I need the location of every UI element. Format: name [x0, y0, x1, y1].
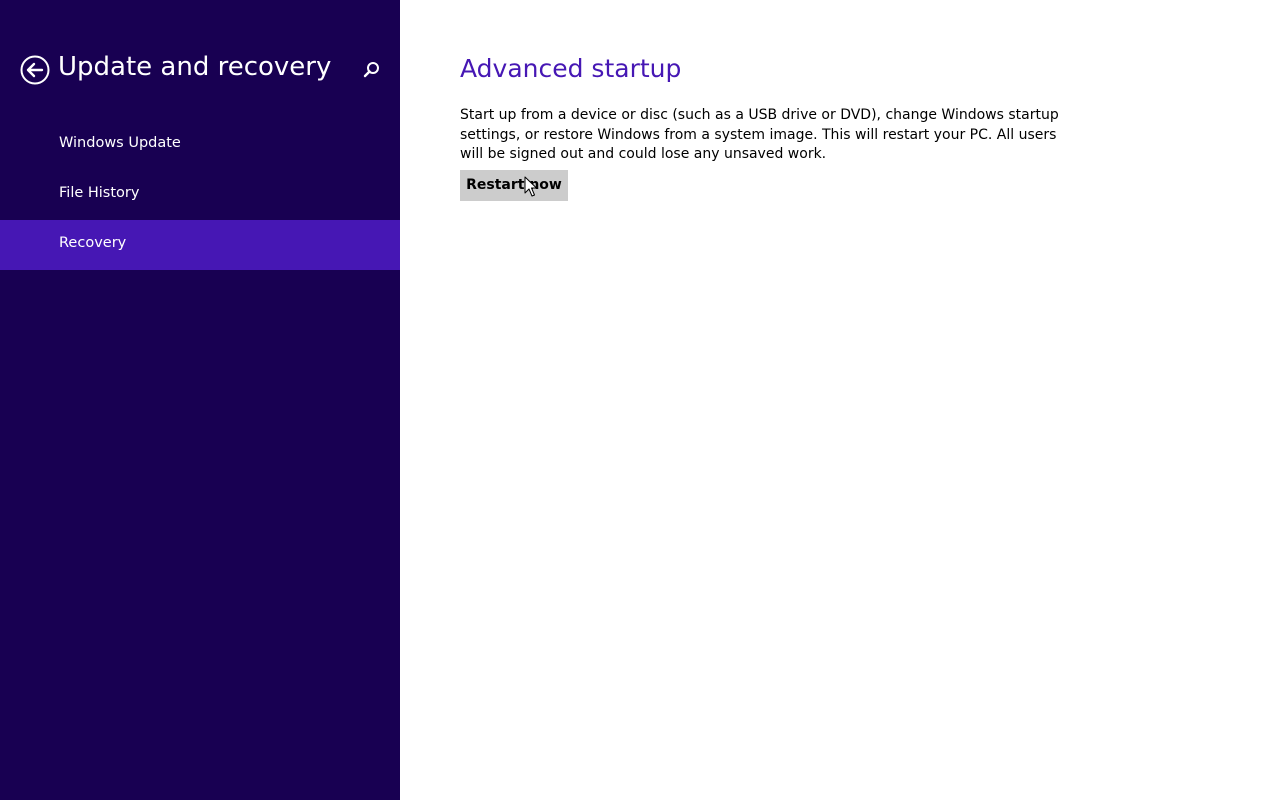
sidebar-item-windows-update[interactable]: Windows Update	[0, 120, 400, 170]
sidebar-item-label: File History	[59, 185, 140, 201]
sidebar-nav: Windows Update File History Recovery	[0, 120, 400, 270]
page-title: Update and recovery	[58, 52, 332, 82]
sidebar-header: Update and recovery	[0, 44, 400, 96]
main-content: Advanced startup Start up from a device …	[400, 0, 1280, 800]
back-arrow-circle-icon[interactable]	[20, 55, 50, 85]
search-icon[interactable]	[362, 60, 382, 80]
restart-now-button[interactable]: Restart now	[460, 170, 568, 201]
section-description: Start up from a device or disc (such as …	[460, 107, 1059, 162]
sidebar-item-file-history[interactable]: File History	[0, 170, 400, 220]
sidebar-item-label: Windows Update	[59, 135, 181, 151]
section-title: Advanced startup	[460, 54, 682, 83]
sidebar-item-recovery[interactable]: Recovery	[0, 220, 400, 270]
sidebar-item-label: Recovery	[59, 235, 127, 251]
pc-settings-window: Update and recovery Windows Update File …	[0, 0, 1280, 800]
sidebar: Update and recovery Windows Update File …	[0, 0, 400, 800]
